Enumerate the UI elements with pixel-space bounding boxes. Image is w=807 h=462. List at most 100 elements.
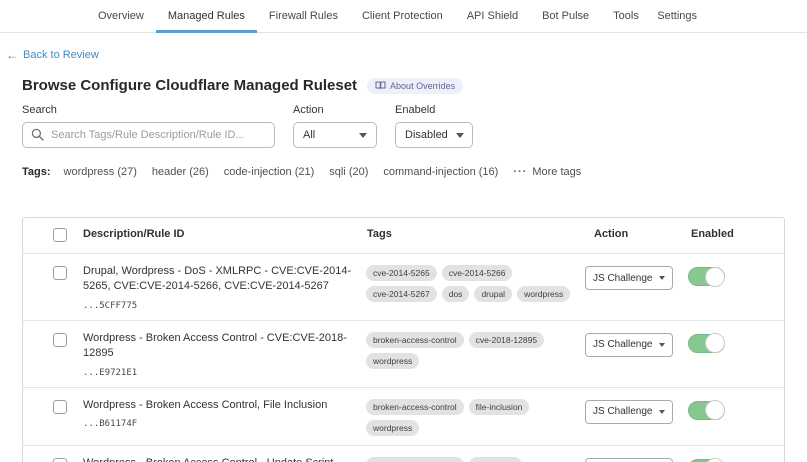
rule-description: Drupal, Wordpress - DoS - XMLRPC - CVE:C… [83,264,352,295]
tab-label: Tools [613,10,639,22]
rule-enabled-toggle[interactable] [688,267,725,286]
tags-bar-label: Tags: [22,166,51,178]
rule-action-select[interactable]: JS Challenge [585,266,673,290]
rule-description: Wordpress - Broken Access Control - Upda… [83,456,352,462]
table-header-row: Description/Rule ID Tags Action Enabled [23,218,784,253]
toggle-knob [705,333,725,353]
tab-firewall-rules[interactable]: Firewall Rules [257,0,350,32]
search-input[interactable] [22,122,275,148]
nav-right: Settings [657,0,697,32]
tag-pill: wordpress [366,353,419,369]
tab-tools[interactable]: Tools [601,0,651,32]
rule-id: ...E9721E1 [83,368,352,378]
tag-pill: cve-2018-12895 [469,332,544,348]
header-tags: Tags [366,226,585,240]
rule-tags: broken-access-control wordpress [366,456,585,462]
tab-settings[interactable]: Settings [657,10,697,22]
tab-bot-pulse[interactable]: Bot Pulse [530,0,601,32]
rules-table: Description/Rule ID Tags Action Enabled … [22,217,785,462]
chevron-down-icon [659,410,665,414]
tag-link[interactable]: wordpress (27) [64,166,137,178]
row-checkbox[interactable] [53,400,67,414]
table-row: Wordpress - Broken Access Control, File … [23,387,784,445]
table-row: Wordpress - Broken Access Control - Upda… [23,445,784,462]
enabled-select-value: Disabled [405,129,448,141]
tag-links: wordpress (27) header (26) code-injection … [64,166,499,178]
about-overrides-label: About Overrides [390,81,455,91]
book-icon [375,81,386,90]
page-title: Browse Configure Cloudflare Managed Rule… [22,77,357,94]
about-overrides-badge[interactable]: About Overrides [367,78,463,94]
tab-api-shield[interactable]: API Shield [455,0,530,32]
tab-client-protection[interactable]: Client Protection [350,0,455,32]
tag-pill: file-inclusion [469,399,530,415]
tab-overview[interactable]: Overview [86,0,156,32]
enabled-select[interactable]: Disabled [395,122,473,148]
tab-label: Overview [98,10,144,22]
back-arrow-icon: ← [6,49,18,61]
nav-tabs: Overview Managed Rules Firewall Rules Cl… [86,0,651,32]
rule-action-value: JS Challenge [593,339,652,350]
row-checkbox[interactable] [53,458,67,462]
search-label: Search [22,104,275,116]
tags-bar: Tags: wordpress (27) header (26) code-inje… [22,166,785,178]
toggle-knob [705,458,725,462]
table-row: Drupal, Wordpress - DoS - XMLRPC - CVE:C… [23,253,784,320]
tag-pill: broken-access-control [366,399,464,415]
enabled-filter: Enabeld Disabled [395,104,473,148]
row-checkbox[interactable] [53,333,67,347]
rule-action-select[interactable]: JS Challenge [585,333,673,357]
chevron-down-icon [359,133,367,138]
chevron-down-icon [456,133,464,138]
tag-pill: wordpress [469,457,522,462]
tag-pill: cve-2014-5266 [442,265,513,281]
top-nav: Overview Managed Rules Firewall Rules Cl… [0,0,807,33]
tab-managed-rules[interactable]: Managed Rules [156,0,257,32]
rule-enabled-toggle[interactable] [688,401,725,420]
action-filter: Action All [293,104,377,148]
tab-label: Managed Rules [168,10,245,22]
rule-enabled-toggle[interactable] [688,459,725,462]
rule-description: Wordpress - Broken Access Control - CVE:… [83,331,352,362]
header-action: Action [585,226,688,240]
action-label: Action [293,104,377,116]
tag-pill: broken-access-control [366,457,464,462]
back-link[interactable]: ← Back to Review [6,49,99,61]
tag-link[interactable]: header (26) [152,166,209,178]
action-select[interactable]: All [293,122,377,148]
tab-label: Client Protection [362,10,443,22]
rule-action-select[interactable]: JS Challenge [585,400,673,424]
header-description: Description/Rule ID [83,226,366,240]
rule-id: ...5CFF775 [83,301,352,311]
header-enabled: Enabled [688,226,784,240]
tag-link[interactable]: command-injection (16) [383,166,498,178]
tag-link[interactable]: sqli (20) [329,166,368,178]
tab-label: Firewall Rules [269,10,338,22]
row-checkbox[interactable] [53,266,67,280]
back-link-label: Back to Review [23,49,99,61]
tag-pill: wordpress [517,286,570,302]
rule-action-value: JS Challenge [593,273,652,284]
toggle-knob [705,267,725,287]
enabled-label: Enabeld [395,104,473,116]
chevron-down-icon [659,343,665,347]
tag-link[interactable]: code-injection (21) [224,166,315,178]
ellipsis-icon: ··· [513,166,527,178]
tag-pill: cve-2014-5267 [366,286,437,302]
tag-pill: drupal [474,286,512,302]
rule-tags: cve-2014-5265cve-2014-5266cve-2014-5267d… [366,264,585,302]
rule-description: Wordpress - Broken Access Control, File … [83,398,352,413]
more-tags-button[interactable]: ··· More tags [513,166,581,178]
search-filter: Search [22,104,275,148]
select-all-checkbox[interactable] [53,228,67,242]
rule-enabled-toggle[interactable] [688,334,725,353]
action-select-value: All [303,129,315,141]
toggle-knob [705,400,725,420]
more-tags-label: More tags [532,166,581,178]
tag-pill: broken-access-control [366,332,464,348]
tag-pill: dos [442,286,470,302]
rule-action-select[interactable]: JS Challenge [585,458,673,462]
chevron-down-icon [659,276,665,280]
tab-label: Bot Pulse [542,10,589,22]
rule-action-value: JS Challenge [593,406,652,417]
